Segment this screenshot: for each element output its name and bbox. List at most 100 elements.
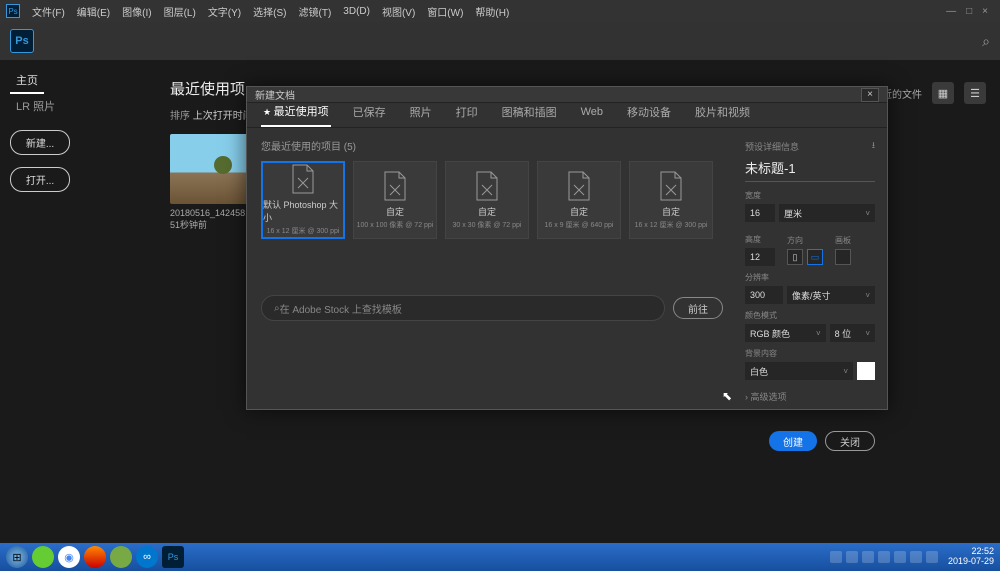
preset-name: 自定 <box>662 205 680 218</box>
sidebar-tab-lr[interactable]: LR 照片 <box>10 94 150 118</box>
color-depth-select[interactable]: 8 位˅ <box>830 324 875 342</box>
dialog-close-icon[interactable]: × <box>861 88 879 102</box>
doc-name-field[interactable]: 未标题-1 <box>745 158 875 182</box>
taskbar-photoshop[interactable]: Ps <box>162 546 184 568</box>
menu-image[interactable]: 图像(I) <box>116 4 157 19</box>
stock-placeholder: 在 Adobe Stock 上查找模板 <box>280 301 402 316</box>
tray-icon[interactable] <box>862 551 874 563</box>
start-button[interactable]: ⊞ <box>6 546 28 568</box>
menu-view[interactable]: 视图(V) <box>376 4 421 19</box>
menu-help[interactable]: 帮助(H) <box>469 4 515 19</box>
preset-custom-3[interactable]: 自定 16 x 9 厘米 @ 640 ppi <box>537 161 621 239</box>
preset-name: 默认 Photoshop 大小 <box>263 198 343 224</box>
color-label: 颜色模式 <box>745 310 875 321</box>
tab-photo[interactable]: 照片 <box>408 104 434 126</box>
search-icon[interactable]: ⌕ <box>982 33 990 50</box>
presets-header: 您最近使用的项目 (5) <box>261 138 723 153</box>
orient-landscape[interactable]: ▭ <box>807 249 823 265</box>
stock-go-button[interactable]: 前往 <box>673 297 723 319</box>
create-button[interactable]: 创建 <box>769 431 817 451</box>
preset-sub: 30 x 30 像素 @ 72 ppi <box>453 220 522 230</box>
dialog-tabs: 最近使用项 已保存 照片 打印 图稿和插图 Web 移动设备 胶片和视频 <box>247 103 887 128</box>
preset-custom-2[interactable]: 自定 30 x 30 像素 @ 72 ppi <box>445 161 529 239</box>
sort-value[interactable]: 上次打开时间 <box>193 111 253 122</box>
menu-filter[interactable]: 滤镜(T) <box>293 4 338 19</box>
tab-recent[interactable]: 最近使用项 <box>261 103 331 127</box>
advanced-toggle[interactable]: › 高级选项 <box>745 390 875 403</box>
width-input[interactable]: 16 <box>745 204 775 222</box>
tray-icon[interactable] <box>926 551 938 563</box>
new-document-dialog: 新建文档 × 最近使用项 已保存 照片 打印 图稿和插图 Web 移动设备 胶片… <box>246 86 888 410</box>
tab-saved[interactable]: 已保存 <box>351 104 388 126</box>
tray-icon[interactable] <box>846 551 858 563</box>
width-unit-select[interactable]: 厘米˅ <box>779 204 875 222</box>
taskbar-chrome[interactable]: ◉ <box>58 546 80 568</box>
preset-sub: 16 x 9 厘米 @ 640 ppi <box>545 220 614 230</box>
bg-select[interactable]: 白色˅ <box>745 362 853 380</box>
menu-window[interactable]: 窗口(W) <box>421 4 469 19</box>
sidebar: 主页 LR 照片 新建... 打开... <box>10 68 150 192</box>
taskbar-app-4[interactable]: ∞ <box>136 546 158 568</box>
close-button[interactable]: 关闭 <box>825 431 875 451</box>
menu-3d[interactable]: 3D(D) <box>337 6 376 17</box>
orient-label: 方向 <box>787 235 823 246</box>
tab-print[interactable]: 打印 <box>454 104 480 126</box>
menu-layer[interactable]: 图层(L) <box>158 4 202 19</box>
menu-bar: Ps 文件(F) 编辑(E) 图像(I) 图层(L) 文字(Y) 选择(S) 滤… <box>0 0 1000 22</box>
menu-select[interactable]: 选择(S) <box>247 4 292 19</box>
menu-type[interactable]: 文字(Y) <box>202 4 247 19</box>
tray-icon[interactable] <box>878 551 890 563</box>
artboard-label: 画板 <box>835 235 851 246</box>
height-label: 高度 <box>745 234 775 245</box>
preset-sub: 16 x 12 厘米 @ 300 ppi <box>267 226 340 236</box>
taskbar-app-2[interactable] <box>84 546 106 568</box>
height-input[interactable]: 12 <box>745 248 775 266</box>
stock-search-input[interactable]: ⌕ 在 Adobe Stock 上查找模板 <box>261 295 665 321</box>
preset-default[interactable]: 默认 Photoshop 大小 16 x 12 厘米 @ 300 ppi <box>261 161 345 239</box>
grid-view-button[interactable]: ▦ <box>932 82 954 104</box>
tray-icon[interactable] <box>894 551 906 563</box>
document-icon <box>658 171 684 201</box>
sidebar-tab-home[interactable]: 主页 <box>10 68 44 94</box>
app-bar: Ps ⌕ <box>0 22 1000 60</box>
res-unit-select[interactable]: 像素/英寸˅ <box>787 286 875 304</box>
taskbar-app-1[interactable] <box>32 546 54 568</box>
dialog-titlebar: 新建文档 × <box>247 87 887 103</box>
artboard-checkbox[interactable] <box>835 249 851 265</box>
bg-swatch[interactable] <box>857 362 875 380</box>
taskbar: ⊞ ◉ ∞ Ps 22:52 2019-07-29 <box>0 543 1000 571</box>
taskbar-app-3[interactable] <box>110 546 132 568</box>
bg-label: 背景内容 <box>745 348 875 359</box>
list-view-button[interactable]: ☰ <box>964 82 986 104</box>
tray-icon[interactable] <box>830 551 842 563</box>
clock-date: 2019-07-29 <box>948 557 994 567</box>
save-preset-icon[interactable]: ⭳ <box>872 138 875 154</box>
preset-custom-1[interactable]: 自定 100 x 100 像素 @ 72 ppi <box>353 161 437 239</box>
document-icon <box>474 171 500 201</box>
preset-sub: 16 x 12 厘米 @ 300 ppi <box>635 220 708 230</box>
preset-custom-4[interactable]: 自定 16 x 12 厘米 @ 300 ppi <box>629 161 713 239</box>
document-icon <box>566 171 592 201</box>
tab-art[interactable]: 图稿和插图 <box>500 104 559 126</box>
window-close[interactable]: × <box>982 6 988 17</box>
new-button[interactable]: 新建... <box>10 130 70 155</box>
preset-name: 自定 <box>386 205 404 218</box>
app-logo[interactable]: Ps <box>10 29 34 53</box>
window-max[interactable]: □ <box>966 6 972 17</box>
tab-film[interactable]: 胶片和视频 <box>693 104 752 126</box>
taskbar-clock[interactable]: 22:52 2019-07-29 <box>948 547 994 567</box>
app-icon-small: Ps <box>6 4 20 18</box>
tab-web[interactable]: Web <box>579 106 605 124</box>
window-min[interactable]: — <box>946 6 956 17</box>
res-input[interactable]: 300 <box>745 286 783 304</box>
menu-file[interactable]: 文件(F) <box>26 4 71 19</box>
orient-portrait[interactable]: ▯ <box>787 249 803 265</box>
presets-area: 您最近使用的项目 (5) 默认 Photoshop 大小 16 x 12 厘米 … <box>247 128 737 461</box>
tab-mobile[interactable]: 移动设备 <box>625 104 673 126</box>
sort-label: 排序 <box>170 111 190 122</box>
menu-edit[interactable]: 编辑(E) <box>71 4 116 19</box>
color-mode-select[interactable]: RGB 颜色˅ <box>745 324 826 342</box>
open-button[interactable]: 打开... <box>10 167 70 192</box>
tray-icon[interactable] <box>910 551 922 563</box>
width-label: 宽度 <box>745 190 875 201</box>
